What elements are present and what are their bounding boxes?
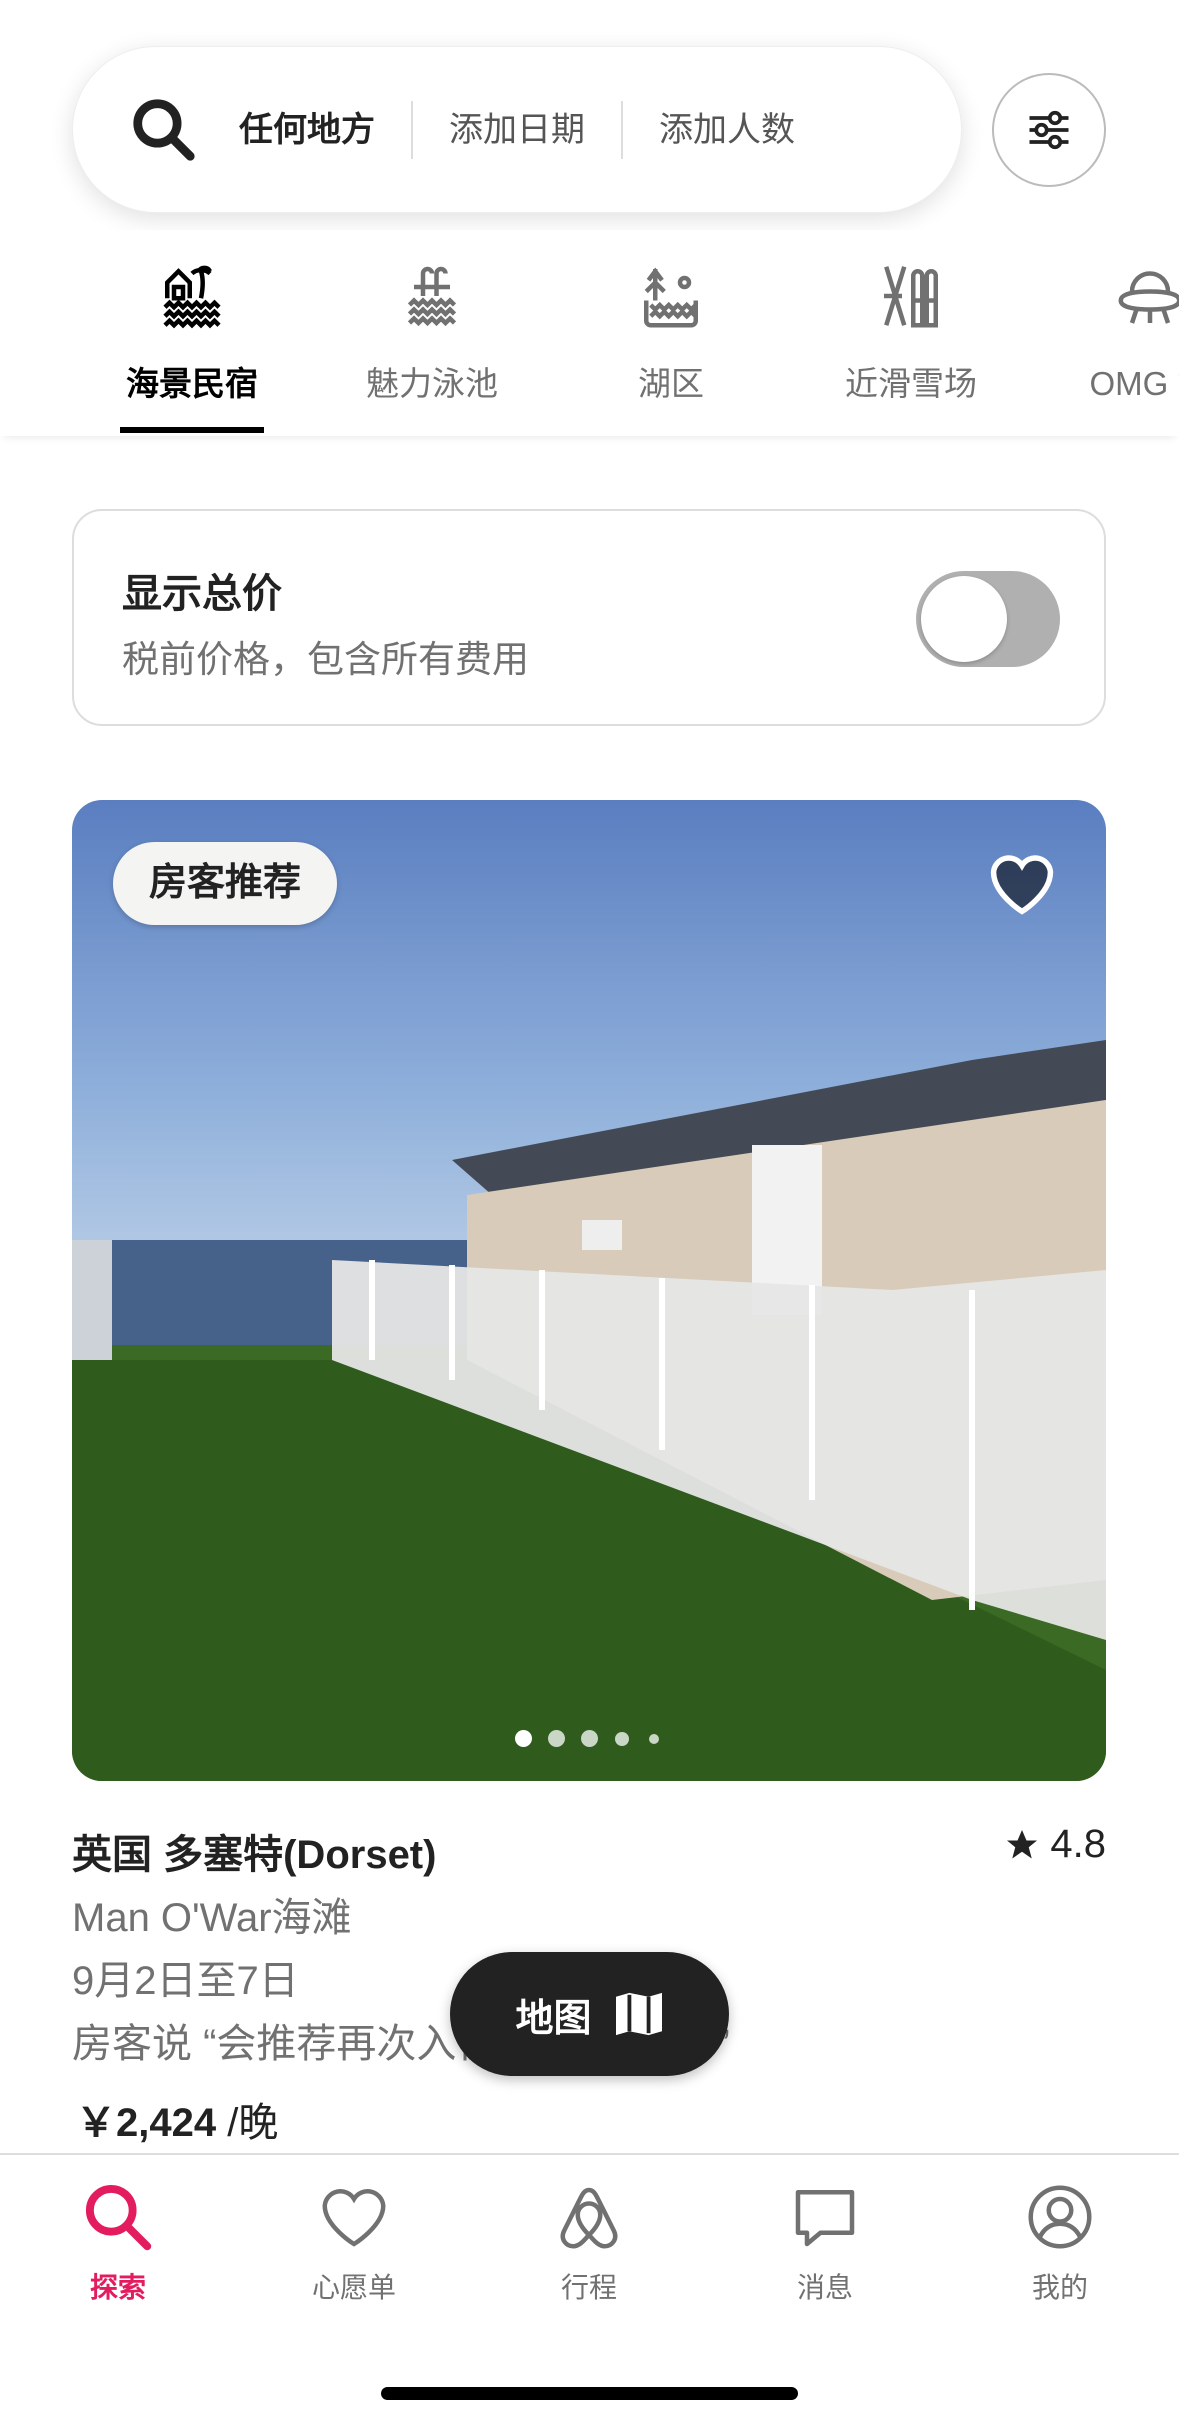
photo-dot-active [515, 1730, 532, 1747]
tab-ski[interactable]: 近滑雪场 [811, 260, 1011, 405]
pool-icon [407, 266, 457, 327]
tab-wishlist[interactable]: 心愿单 [264, 2181, 444, 2306]
tab-pool[interactable]: 魅力泳池 [332, 260, 532, 405]
map-label: 地图 [515, 1997, 592, 2040]
tab-trips[interactable]: 行程 [499, 2181, 679, 2306]
tab-profile[interactable]: 我的 [970, 2181, 1150, 2306]
search-icon [133, 98, 195, 161]
tab-lake[interactable]: 湖区 [571, 260, 771, 405]
star-icon [1007, 1829, 1038, 1858]
listing-rating: 4.8 [1004, 1822, 1106, 1867]
sliders-icon [1029, 110, 1069, 150]
guests-field[interactable]: 添加人数 [623, 100, 831, 160]
tab-omg[interactable]: OMG 妙 [1050, 260, 1179, 405]
search-bar[interactable]: 任何地方 添加日期 添加人数 [72, 46, 962, 213]
price-value: ￥2,424 [76, 2101, 217, 2145]
listing-title[interactable]: 英国 多塞特(Dorset) [72, 1822, 436, 1880]
photo-scene [72, 1040, 1106, 1781]
price-unit: /晚 [216, 2101, 279, 2145]
airbnb-logo-icon [560, 2187, 618, 2249]
tab-explore[interactable]: 探索 [28, 2181, 208, 2306]
heart-icon [322, 2189, 386, 2247]
map-button[interactable]: 地图 [450, 1952, 729, 2076]
lake-icon [644, 267, 698, 328]
home-indicator [381, 2387, 798, 2400]
guest-favorite-badge: 房客推荐 [113, 842, 338, 925]
map-icon [615, 1992, 662, 2036]
filter-button[interactable] [992, 73, 1106, 187]
photo-dot [548, 1730, 565, 1747]
listing-photo[interactable]: 房客推荐 [72, 800, 1106, 1781]
total-price-card: 显示总价 税前价格，包含所有费用 [72, 509, 1106, 726]
photo-dot [581, 1730, 598, 1747]
ski-icon [884, 266, 938, 328]
tab-messages[interactable]: 消息 [735, 2181, 915, 2306]
total-price-toggle[interactable] [916, 571, 1060, 667]
category-tabs: | 海景民宿 魅力泳池 湖区 近滑雪场 OMG 妙 [0, 230, 1179, 436]
photo-dot [649, 1734, 659, 1744]
beach-house-icon [163, 265, 221, 329]
search-icon [85, 2184, 152, 2251]
listing-dates: 9月2日至7日 [72, 1959, 299, 2003]
heart-icon[interactable] [987, 850, 1057, 916]
message-icon [795, 2190, 855, 2247]
profile-icon [1028, 2185, 1092, 2249]
photo-dot [615, 1732, 629, 1746]
active-tab-indicator [120, 427, 264, 433]
tab-beach-house[interactable]: 海景民宿 [92, 260, 292, 405]
dates-field[interactable]: 添加日期 [413, 100, 621, 160]
toggle-knob [921, 576, 1007, 662]
listing-price: ￥2,424 /晚 [76, 2090, 278, 2148]
total-price-title: 显示总价 [122, 572, 282, 616]
total-price-subtitle: 税前价格，包含所有费用 [122, 639, 529, 680]
rating-value: 4.8 [1050, 1822, 1106, 1866]
bottom-tab-bar: 探索 心愿单 行程 消息 我的 [0, 2153, 1179, 2425]
location-field[interactable]: 任何地方 [199, 100, 411, 160]
ufo-icon [1118, 271, 1179, 324]
listing-location: Man O'War海滩 [72, 1896, 352, 1940]
